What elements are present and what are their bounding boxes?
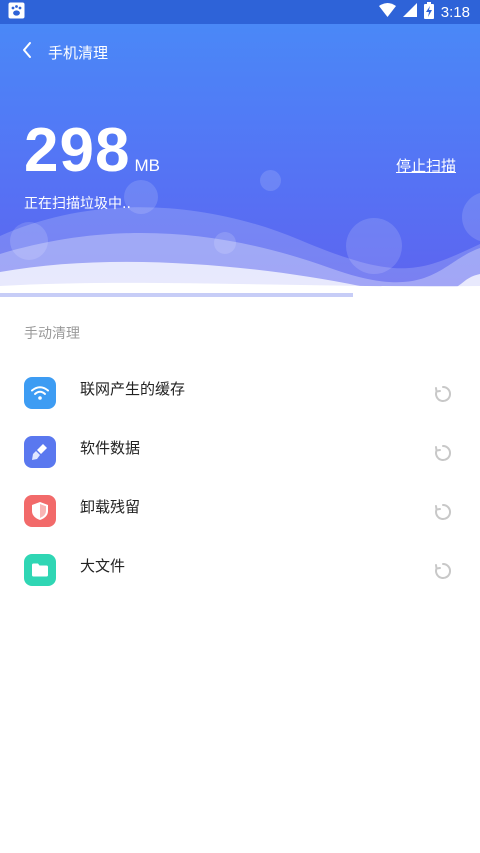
section-label: 手动清理	[24, 326, 80, 342]
list-item-large-files[interactable]: 大文件	[0, 541, 480, 600]
junk-size: 298 MB	[24, 116, 160, 186]
scan-status-text: 正在扫描垃圾中..	[24, 196, 131, 212]
list-item-app-data[interactable]: 软件数据	[0, 423, 480, 482]
loading-spinner-icon	[433, 502, 453, 522]
list-item-label: 大文件	[80, 557, 126, 575]
signal-icon	[402, 3, 417, 21]
wifi-icon	[24, 377, 56, 409]
clean-list: 联网产生的缓存 软件数据 卸载残留 大文件	[0, 364, 480, 600]
list-item-label: 联网产生的缓存	[80, 380, 186, 398]
chevron-left-icon	[21, 41, 33, 63]
scan-progress-fill	[0, 293, 353, 297]
list-item-uninstall-residue[interactable]: 卸载残留	[0, 482, 480, 541]
battery-charging-icon	[423, 1, 434, 23]
loading-spinner-icon	[433, 561, 453, 581]
nav-bar: 手机清理	[0, 38, 480, 66]
clock: 3:18	[440, 3, 470, 21]
status-bar: 3:18	[0, 0, 480, 24]
page-title: 手机清理	[48, 43, 109, 62]
back-button[interactable]	[0, 38, 48, 66]
list-item-network-cache[interactable]: 联网产生的缓存	[0, 364, 480, 423]
shield-icon	[24, 495, 56, 527]
loading-spinner-icon	[433, 384, 453, 404]
scan-header: 手机清理 298 MB 停止扫描 正在扫描垃圾中..	[0, 24, 480, 298]
wifi-icon	[378, 3, 396, 21]
list-item-label: 卸载残留	[80, 498, 141, 516]
scan-progress-bar	[0, 293, 480, 297]
folder-icon	[24, 554, 56, 586]
list-item-label: 软件数据	[80, 439, 141, 457]
baidu-paw-icon	[8, 2, 25, 23]
stop-scan-button[interactable]: 停止扫描	[396, 155, 456, 176]
loading-spinner-icon	[433, 443, 453, 463]
junk-size-value: 298	[24, 116, 131, 185]
junk-size-unit: MB	[134, 156, 160, 175]
broom-icon	[24, 436, 56, 468]
